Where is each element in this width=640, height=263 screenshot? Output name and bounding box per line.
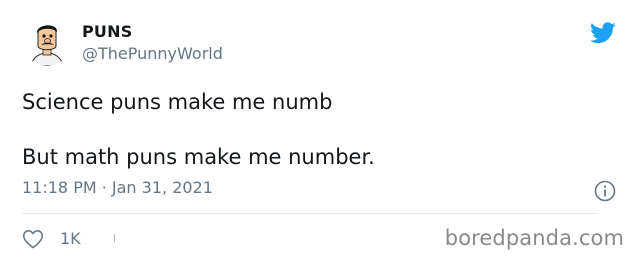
- avatar-image: [23, 18, 71, 66]
- user-handle[interactable]: @ThePunnyWorld: [82, 44, 223, 63]
- watermark: boredpanda.com: [444, 226, 624, 250]
- divider: [22, 213, 598, 214]
- tweet-text-line: Science puns make me numb: [22, 90, 333, 114]
- like-count[interactable]: 1K: [60, 229, 81, 248]
- tweet-text-line: But math puns make me number.: [22, 145, 375, 169]
- avatar[interactable]: [23, 18, 71, 66]
- display-name[interactable]: PUNS: [82, 22, 132, 41]
- info-icon[interactable]: [594, 180, 616, 202]
- tweet-timestamp[interactable]: 11:18 PM · Jan 31, 2021: [22, 178, 213, 197]
- twitter-bird-icon[interactable]: [590, 22, 616, 44]
- divider-mark: [114, 234, 115, 242]
- heart-icon[interactable]: [22, 229, 44, 249]
- tweet-card: PUNS @ThePunnyWorld Science puns make me…: [0, 0, 640, 263]
